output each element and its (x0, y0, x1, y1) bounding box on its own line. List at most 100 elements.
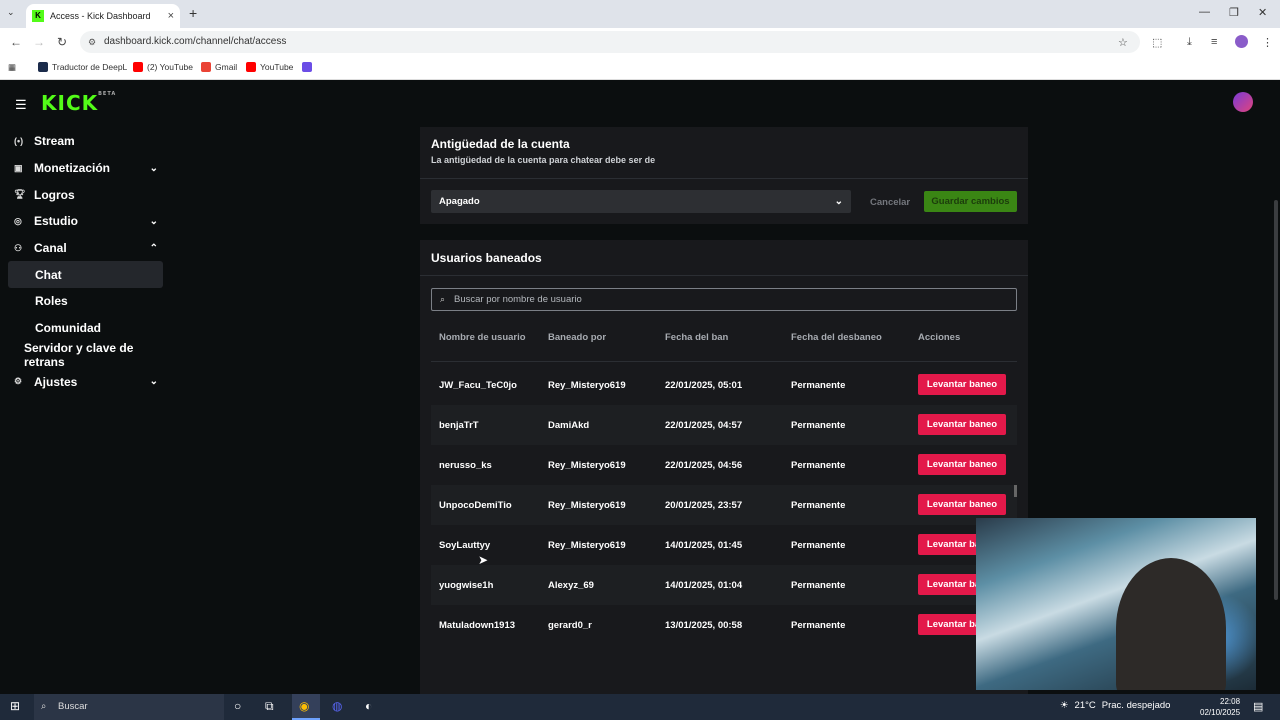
table-header: Nombre de usuario Baneado por Fecha del … (431, 332, 1017, 348)
kick-logo[interactable]: KICKBETA (41, 91, 116, 115)
bookmark-youtube[interactable]: YouTube (246, 62, 293, 72)
reload-icon[interactable]: ↻ (57, 35, 67, 49)
chevron-down-icon: ⌄ (149, 376, 158, 388)
sidebar-item-logros[interactable]: 🏆︎ Logros (0, 181, 170, 208)
sidebar-item-ajustes[interactable]: ⚙ Ajustes ⌄ (0, 368, 170, 395)
new-tab-icon[interactable]: + (189, 5, 197, 21)
restore-icon[interactable]: ❐ (1229, 6, 1239, 19)
save-changes-button[interactable]: Guardar cambios (924, 191, 1017, 212)
browser-tab-strip: ⌄ K Access - Kick Dashboard × + — ❐ ✕ (0, 0, 1280, 28)
bookmark-star-icon[interactable]: ☆ (1118, 36, 1128, 49)
kick-favicon-icon: K (32, 10, 44, 22)
tab-search-chevron-icon[interactable]: ⌄ (7, 7, 15, 18)
gmail-icon (201, 62, 211, 72)
page-scrollbar[interactable] (1274, 200, 1278, 600)
beta-badge: BETA (98, 91, 117, 97)
banned-by-cell: Rey_Misteryo619 (548, 500, 626, 511)
mouse-cursor-icon: ➤ (478, 553, 489, 567)
bookmark-extra[interactable] (302, 62, 312, 72)
windows-taskbar: ⊞ ⌕ Buscar ○ ⧉ ◉ ◍ ◐ ☀ 21°C Prac. despej… (0, 694, 1280, 720)
extension-bookmark-icon (302, 62, 312, 72)
bookmark-youtube-2[interactable]: (2) YouTube (133, 62, 193, 72)
notifications-icon[interactable]: ▤ (1253, 700, 1263, 713)
sidebar-item-monetizacion[interactable]: ▣ Monetización ⌄ (0, 155, 170, 182)
sidebar-item-canal[interactable]: ⚇ Canal ⌃ (0, 235, 170, 262)
unban-button[interactable]: Levantar baneo (918, 374, 1006, 395)
system-clock[interactable]: 22:08 02/10/2025 (1200, 696, 1240, 718)
ban-date-cell: 14/01/2025, 01:45 (665, 540, 743, 551)
username-cell: yuogwise1h (439, 580, 494, 591)
sidebar-item-label: Canal (34, 241, 67, 256)
username-cell: UnpocoDemiTio (439, 500, 512, 511)
weather-icon: ☀ (1060, 700, 1069, 711)
ban-date-cell: 20/01/2025, 23:57 (665, 500, 743, 511)
discord-icon[interactable]: ◍ (332, 699, 342, 713)
ban-date-cell: 22/01/2025, 04:57 (665, 420, 743, 431)
sidebar-item-servidor[interactable]: Servidor y clave de retrans (0, 341, 170, 369)
username-cell: Matuladown1913 (439, 620, 516, 631)
bookmark-gmail[interactable]: Gmail (201, 62, 237, 72)
sidebar-item-roles[interactable]: Roles (0, 288, 170, 315)
windows-start-icon[interactable]: ⊞ (10, 699, 20, 713)
ban-date-cell: 22/01/2025, 04:56 (665, 460, 743, 471)
chevron-down-icon: ⌄ (149, 215, 158, 227)
divider (420, 178, 1028, 179)
table-row: UnpocoDemiTio Rey_Misteryo619 20/01/2025… (431, 485, 1017, 525)
close-window-icon[interactable]: ✕ (1258, 6, 1267, 19)
username-cell: nerusso_ks (439, 460, 492, 471)
account-age-card: Antigüedad de la cuenta La antigüedad de… (420, 127, 1028, 224)
cancel-button[interactable]: Cancelar (870, 197, 910, 208)
search-input[interactable]: ⌕ Buscar por nombre de usuario (431, 288, 1017, 311)
download-icon[interactable]: ⤓ (1187, 36, 1192, 49)
youtube-icon (246, 62, 256, 72)
username-cell: SoyLauttyy (439, 540, 491, 551)
webcam-person (1116, 558, 1226, 690)
close-tab-icon[interactable]: × (168, 10, 174, 22)
sidebar-item-label: Logros (34, 187, 75, 202)
obs-icon[interactable]: ◐ (365, 699, 372, 713)
unban-date-cell: Permanente (791, 420, 846, 431)
sidebar-item-estudio[interactable]: ◎ Estudio ⌄ (0, 208, 170, 235)
clock-time: 22:08 (1220, 697, 1241, 706)
back-icon[interactable]: ← (10, 35, 22, 49)
hamburger-menu-icon[interactable]: ☰ (15, 97, 27, 113)
column-header: Acciones (918, 332, 961, 343)
unban-button[interactable]: Levantar baneo (918, 414, 1006, 435)
banned-by-cell: DamiAkd (548, 420, 590, 431)
media-icon[interactable]: ≡ (1211, 36, 1217, 48)
weather-widget[interactable]: ☀ 21°C Prac. despejado (1060, 700, 1170, 711)
unban-date-cell: Permanente (791, 380, 846, 391)
menu-icon[interactable]: ⋮ (1262, 36, 1273, 49)
unban-button[interactable]: Levantar baneo (918, 454, 1006, 475)
logo-text: KICK (41, 91, 99, 115)
weather-temp: 21°C (1074, 700, 1096, 711)
extensions-icon[interactable]: ⬚ (1152, 36, 1162, 49)
bookmark-label: (2) YouTube (147, 62, 193, 72)
banned-by-cell: Rey_Misteryo619 (548, 540, 626, 551)
sidebar-item-comunidad[interactable]: Comunidad (0, 315, 170, 342)
profile-icon[interactable] (1235, 35, 1248, 48)
apps-icon[interactable]: ▦ (8, 62, 16, 73)
forward-icon[interactable]: → (33, 35, 45, 49)
sidebar-item-chat[interactable]: Chat (8, 261, 163, 289)
minimize-icon[interactable]: — (1199, 6, 1210, 18)
column-header: Baneado por (548, 332, 607, 343)
site-info-icon[interactable]: ⚙ (88, 31, 96, 53)
taskbar-search[interactable]: ⌕ Buscar (34, 694, 224, 720)
bookmark-deepl[interactable]: Traductor de DeepL (38, 62, 127, 72)
unban-button[interactable]: Levantar baneo (918, 494, 1006, 515)
username-cell: benjaTrT (439, 420, 479, 431)
table-scrollbar[interactable] (1014, 485, 1017, 497)
url-field[interactable]: ⚙ dashboard.kick.com/channel/chat/access (80, 31, 1140, 53)
account-age-select[interactable]: Apagado ⌄ (431, 190, 851, 213)
tab-title: Access - Kick Dashboard (50, 11, 151, 21)
cortana-icon[interactable]: ○ (234, 699, 241, 713)
browser-tab[interactable]: K Access - Kick Dashboard × (26, 4, 180, 28)
deepl-icon (38, 62, 48, 72)
task-view-icon[interactable]: ⧉ (265, 699, 274, 714)
url-text: dashboard.kick.com/channel/chat/access (104, 36, 287, 47)
user-avatar[interactable] (1233, 92, 1253, 112)
bookmark-label: Traductor de DeepL (52, 62, 128, 72)
trophy-icon: 🏆︎ (14, 189, 26, 200)
sidebar-item-stream[interactable]: (•) Stream (0, 128, 170, 155)
